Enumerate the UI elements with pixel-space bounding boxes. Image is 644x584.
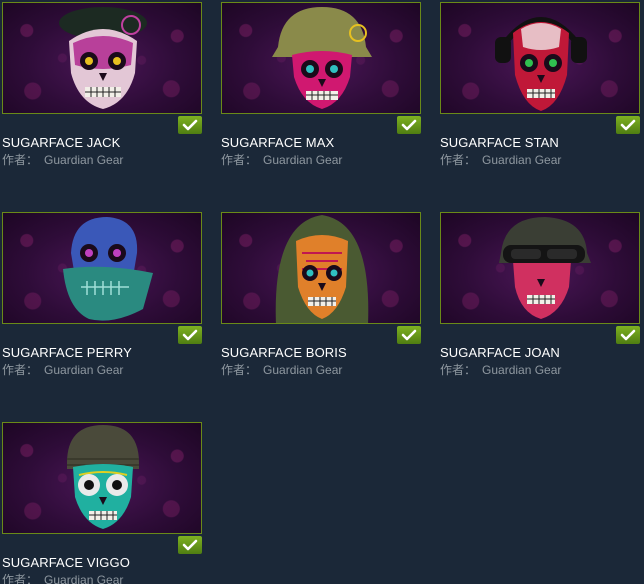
skull-headset-icon — [495, 17, 587, 111]
workshop-item[interactable]: SUGARFACE MAX 作者： Guardian Gear — [219, 0, 423, 176]
author-link[interactable]: Guardian Gear — [263, 153, 342, 167]
by-label: 作者： — [440, 363, 477, 377]
item-byline: 作者： Guardian Gear — [440, 361, 561, 378]
item-byline: 作者： Guardian Gear — [2, 151, 123, 168]
item-thumbnail[interactable] — [2, 2, 202, 114]
by-label: 作者： — [2, 363, 39, 377]
author-link[interactable]: Guardian Gear — [482, 153, 561, 167]
author-link[interactable]: Guardian Gear — [44, 573, 123, 584]
item-title[interactable]: SUGARFACE JOAN — [440, 345, 560, 360]
item-thumbnail[interactable] — [2, 212, 202, 324]
by-label: 作者： — [2, 573, 39, 584]
item-thumbnail[interactable] — [221, 2, 421, 114]
author-link[interactable]: Guardian Gear — [44, 153, 123, 167]
workshop-item[interactable]: SUGARFACE JACK 作者： Guardian Gear — [0, 0, 204, 176]
subscribed-check-icon[interactable] — [397, 326, 421, 344]
skull-bandana-icon — [63, 217, 153, 321]
workshop-item-grid: SUGARFACE JACK 作者： Guardian Gear SUGARFAC… — [0, 0, 644, 584]
item-byline: 作者： Guardian Gear — [221, 151, 342, 168]
skull-beanie-icon — [67, 425, 139, 529]
author-link[interactable]: Guardian Gear — [263, 363, 342, 377]
by-label: 作者： — [440, 153, 477, 167]
subscribed-check-icon[interactable] — [178, 116, 202, 134]
item-title[interactable]: SUGARFACE STAN — [440, 135, 559, 150]
workshop-item[interactable]: SUGARFACE VIGGO 作者： Guardian Gear — [0, 420, 204, 584]
item-thumbnail[interactable] — [440, 212, 640, 324]
item-thumbnail[interactable] — [221, 212, 421, 324]
item-byline: 作者： Guardian Gear — [440, 151, 561, 168]
skull-hood-icon — [275, 215, 369, 323]
item-title[interactable]: SUGARFACE VIGGO — [2, 555, 130, 570]
skull-goggles-icon — [499, 217, 591, 319]
author-link[interactable]: Guardian Gear — [44, 363, 123, 377]
item-byline: 作者： Guardian Gear — [2, 571, 123, 584]
workshop-item[interactable]: SUGARFACE STAN 作者： Guardian Gear — [438, 0, 642, 176]
item-thumbnail[interactable] — [2, 422, 202, 534]
subscribed-check-icon[interactable] — [178, 326, 202, 344]
subscribed-check-icon[interactable] — [178, 536, 202, 554]
item-title[interactable]: SUGARFACE BORIS — [221, 345, 347, 360]
workshop-item[interactable]: SUGARFACE BORIS 作者： Guardian Gear — [219, 210, 423, 386]
item-byline: 作者： Guardian Gear — [2, 361, 123, 378]
item-title[interactable]: SUGARFACE PERRY — [2, 345, 132, 360]
author-link[interactable]: Guardian Gear — [482, 363, 561, 377]
workshop-item[interactable]: SUGARFACE JOAN 作者： Guardian Gear — [438, 210, 642, 386]
item-thumbnail[interactable] — [440, 2, 640, 114]
skull-helmet-icon — [272, 7, 372, 109]
by-label: 作者： — [221, 363, 258, 377]
by-label: 作者： — [221, 153, 258, 167]
by-label: 作者： — [2, 153, 39, 167]
workshop-item[interactable]: SUGARFACE PERRY 作者： Guardian Gear — [0, 210, 204, 386]
subscribed-check-icon[interactable] — [616, 116, 640, 134]
item-byline: 作者： Guardian Gear — [221, 361, 342, 378]
skull-beret-icon — [59, 7, 147, 109]
subscribed-check-icon[interactable] — [397, 116, 421, 134]
item-title[interactable]: SUGARFACE JACK — [2, 135, 120, 150]
item-title[interactable]: SUGARFACE MAX — [221, 135, 334, 150]
subscribed-check-icon[interactable] — [616, 326, 640, 344]
